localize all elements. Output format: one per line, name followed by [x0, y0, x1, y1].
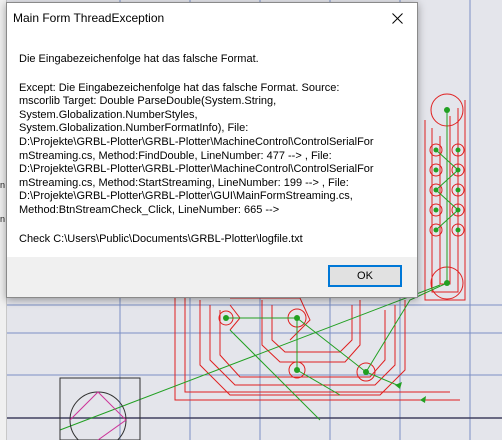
- close-button[interactable]: [377, 3, 417, 33]
- exception-dialog: Main Form ThreadException Die Eingabezei…: [6, 2, 418, 298]
- dialog-message: Die Eingabezeichenfolge hat das falsche …: [19, 53, 407, 246]
- strip-glyph-2: n: [0, 214, 6, 224]
- dialog-title: Main Form ThreadException: [13, 11, 165, 25]
- dialog-footer: OK: [7, 257, 417, 297]
- error-summary: Die Eingabezeichenfolge hat das falsche …: [19, 53, 259, 65]
- ok-button[interactable]: OK: [328, 265, 402, 287]
- close-icon: [391, 12, 403, 24]
- strip-glyph-1: n: [0, 180, 6, 190]
- error-details: Except: Die Eingabezeichenfolge hat das …: [19, 81, 374, 216]
- dialog-titlebar[interactable]: Main Form ThreadException: [7, 3, 417, 33]
- logfile-hint: Check C:\Users\Public\Documents\GRBL-Plo…: [19, 232, 303, 245]
